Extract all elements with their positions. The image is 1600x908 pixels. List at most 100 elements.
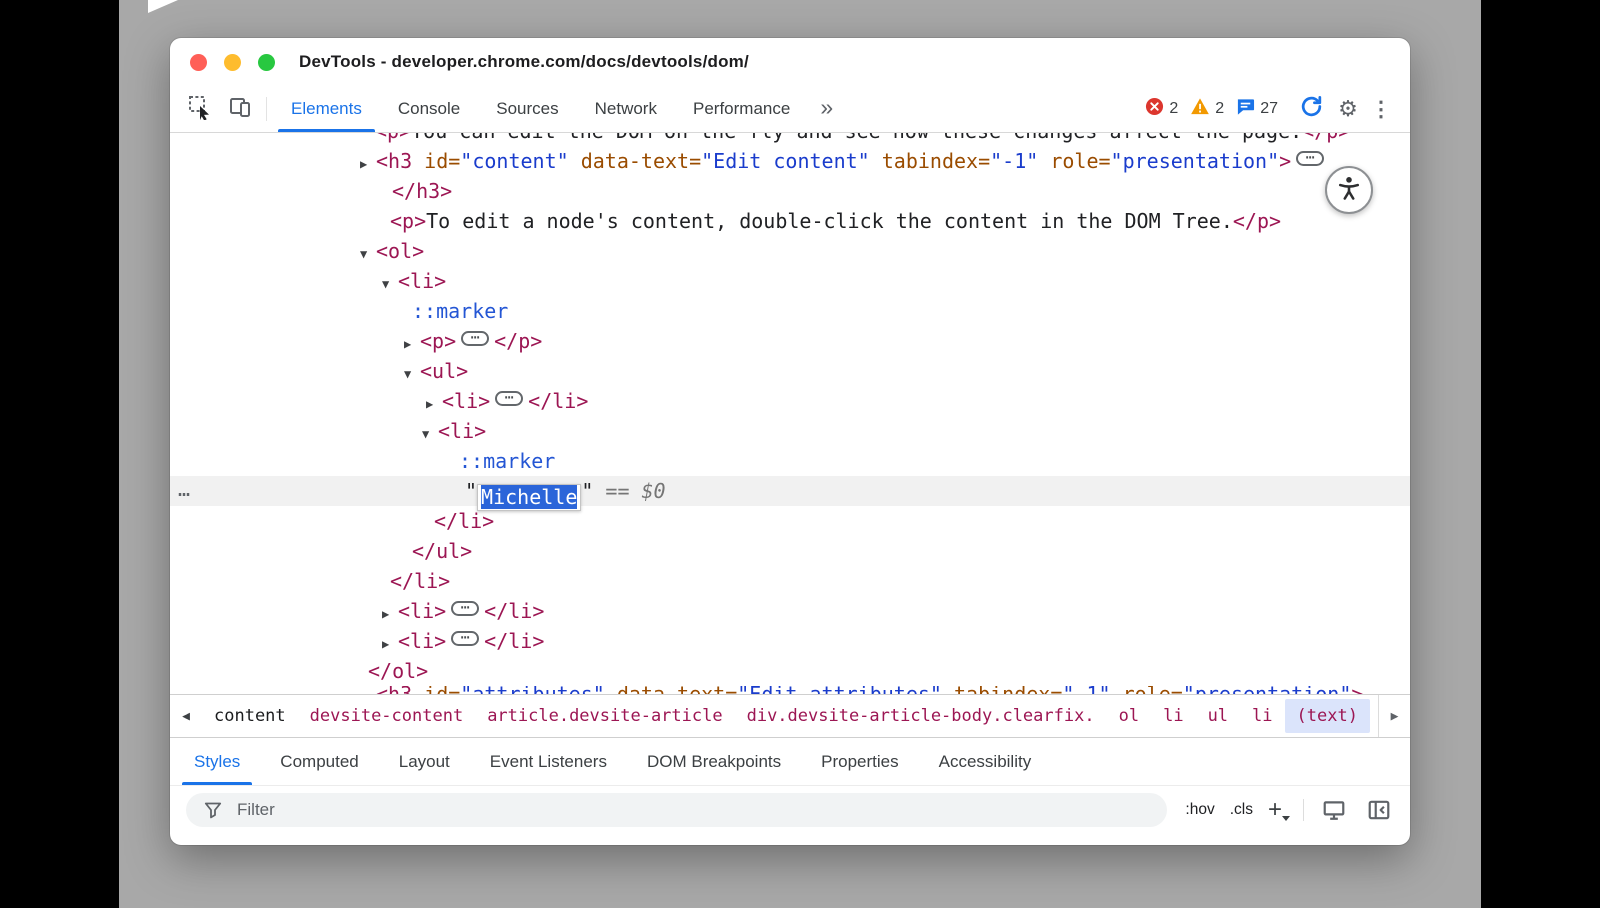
breadcrumb-item[interactable]: (text) (1285, 699, 1370, 733)
breadcrumb-next-button[interactable]: ▶ (1378, 695, 1410, 737)
code-token: ::marker (459, 449, 555, 473)
dom-tree-row[interactable]: </h3> (170, 176, 1410, 206)
breadcrumb-item[interactable]: article.devsite-article (475, 706, 734, 726)
toggle-element-state-button[interactable]: :hov (1185, 801, 1214, 819)
zoom-window-button[interactable] (258, 54, 275, 71)
clipped-tree-row: <p>You can edit the DOM on the fly and s… (170, 133, 1410, 146)
accessibility-overlay-button[interactable] (1325, 166, 1373, 214)
tab-performance[interactable]: Performance (675, 86, 808, 132)
breadcrumb-item[interactable]: div.devsite-article-body.clearfix. (735, 706, 1107, 726)
panel-tab-styles[interactable]: Styles (174, 738, 260, 785)
filter-input[interactable] (237, 800, 1155, 820)
breadcrumb-item[interactable]: ol (1107, 706, 1151, 726)
sidebar-panel-tabs: StylesComputedLayoutEvent ListenersDOM B… (170, 738, 1410, 786)
dom-tree-row[interactable]: ▼<ol> (170, 236, 1410, 266)
panel-tab-layout[interactable]: Layout (379, 738, 470, 785)
dom-tree-row[interactable]: </ol> (170, 656, 1410, 686)
tab-sources[interactable]: Sources (478, 86, 576, 132)
tab-network[interactable]: Network (577, 86, 675, 132)
code-token: data-text= (605, 686, 737, 694)
inspect-element-button[interactable] (180, 86, 220, 132)
issues-badge[interactable]: 27 (1236, 97, 1278, 121)
breadcrumb-item[interactable]: li (1240, 706, 1284, 726)
row-overflow-icon[interactable]: … (178, 474, 191, 504)
minimize-window-button[interactable] (224, 54, 241, 71)
dom-tree-row[interactable]: <p>To edit a node's content, double-clic… (170, 206, 1410, 236)
collapsed-arrow-icon[interactable]: ▶ (404, 329, 420, 359)
dom-tree-row[interactable]: <p>You can edit the DOM on the fly and s… (170, 133, 1410, 146)
dom-tree-row[interactable]: ▼<ul> (170, 356, 1410, 386)
breadcrumb-prev-button[interactable]: ◀ (170, 695, 202, 737)
code-token: "presentation" (1183, 686, 1352, 694)
error-badge[interactable]: 2 (1145, 97, 1178, 121)
code-token: </p> (494, 329, 542, 353)
rendering-emulation-button[interactable] (1319, 798, 1349, 822)
dom-tree-row[interactable]: ▶<p>⋯</p> (170, 326, 1410, 356)
dom-tree-row[interactable]: </ul> (170, 536, 1410, 566)
code-token: > (1351, 686, 1363, 694)
code-token: </h3> (392, 179, 452, 203)
new-style-rule-button[interactable]: + (1268, 798, 1288, 822)
breadcrumb-item[interactable]: ul (1196, 706, 1240, 726)
settings-gear-button[interactable]: ⚙ (1330, 98, 1366, 120)
ellipsis-expand-button[interactable]: ⋯ (451, 601, 479, 616)
collapsed-arrow-icon[interactable]: ▶ (426, 389, 442, 419)
collapsed-arrow-icon[interactable]: ▶ (360, 686, 376, 694)
dom-tree-row[interactable]: ▼<li> (170, 266, 1410, 296)
code-token: data-text= (569, 149, 701, 173)
more-tabs-button[interactable]: » (808, 86, 845, 132)
dom-tree: <p>You can edit the DOM on the fly and s… (170, 133, 1410, 694)
dom-tree-row[interactable]: ▼<li> (170, 416, 1410, 446)
code-token: id= (412, 686, 460, 694)
warning-badge[interactable]: 2 (1190, 97, 1224, 121)
dom-tree-row[interactable]: ▶<h3 id="content" data-text="Edit conten… (170, 146, 1410, 176)
collapsed-arrow-icon[interactable]: ▶ (382, 599, 398, 629)
device-toolbar-button[interactable] (220, 86, 260, 132)
sidebar-toggle-button[interactable] (1364, 798, 1394, 822)
code-token: ::marker (412, 299, 508, 323)
dom-tree-row[interactable]: </li> (170, 506, 1410, 536)
dom-tree-row[interactable]: </li> (170, 566, 1410, 596)
title-bar: DevTools - developer.chrome.com/docs/dev… (170, 38, 1410, 86)
code-token: "Edit attributes" (737, 686, 942, 694)
expanded-arrow-icon[interactable]: ▼ (382, 269, 398, 299)
dom-tree-row[interactable]: ▶<li>⋯</li> (170, 596, 1410, 626)
dom-tree-row[interactable]: ::marker (170, 446, 1410, 476)
collapsed-arrow-icon[interactable]: ▶ (382, 629, 398, 659)
ellipsis-expand-button[interactable]: ⋯ (461, 331, 489, 346)
dom-tree-row[interactable]: ::marker (170, 296, 1410, 326)
expanded-arrow-icon[interactable]: ▼ (360, 239, 376, 269)
sync-button[interactable] (1292, 94, 1330, 124)
breadcrumb-item[interactable]: devsite-content (298, 706, 476, 726)
collapsed-arrow-icon[interactable]: ▶ (360, 149, 376, 179)
tab-console[interactable]: Console (380, 86, 478, 132)
expanded-arrow-icon[interactable]: ▼ (404, 359, 420, 389)
code-token: == (605, 479, 629, 503)
warning-count: 2 (1215, 100, 1224, 118)
panel-tab-event-listeners[interactable]: Event Listeners (470, 738, 627, 785)
close-window-button[interactable] (190, 54, 207, 71)
ellipsis-expand-button[interactable]: ⋯ (495, 391, 523, 406)
panel-tab-computed[interactable]: Computed (260, 738, 378, 785)
breadcrumb-item[interactable]: li (1151, 706, 1195, 726)
code-token: <li> (398, 269, 446, 293)
expanded-arrow-icon[interactable]: ▼ (422, 419, 438, 449)
panel-tab-dom-breakpoints[interactable]: DOM Breakpoints (627, 738, 801, 785)
dom-tree-row[interactable]: …"Michelle"==$0 (170, 476, 1410, 506)
tab-label: Console (398, 99, 460, 119)
panel-tab-properties[interactable]: Properties (801, 738, 918, 785)
code-token: </li> (390, 569, 450, 593)
dom-tree-row[interactable]: ▶<li>⋯</li> (170, 626, 1410, 656)
ellipsis-expand-button[interactable]: ⋯ (1296, 151, 1324, 166)
breadcrumb-item[interactable]: content (202, 706, 298, 726)
ellipsis-expand-button[interactable]: ⋯ (451, 631, 479, 646)
more-options-menu-button[interactable]: ⋮ (1366, 97, 1396, 122)
tab-elements[interactable]: Elements (273, 86, 380, 132)
dom-tree-row[interactable]: ▶<h3 id="attributes" data-text="Edit att… (170, 686, 1410, 694)
breadcrumb-items: contentdevsite-contentarticle.devsite-ar… (202, 699, 1370, 733)
panel-tab-accessibility[interactable]: Accessibility (919, 738, 1052, 785)
code-token: </p> (1302, 133, 1350, 143)
element-classes-button[interactable]: .cls (1230, 801, 1253, 819)
code-token: "attributes" (460, 686, 605, 694)
dom-tree-row[interactable]: ▶<li>⋯</li> (170, 386, 1410, 416)
